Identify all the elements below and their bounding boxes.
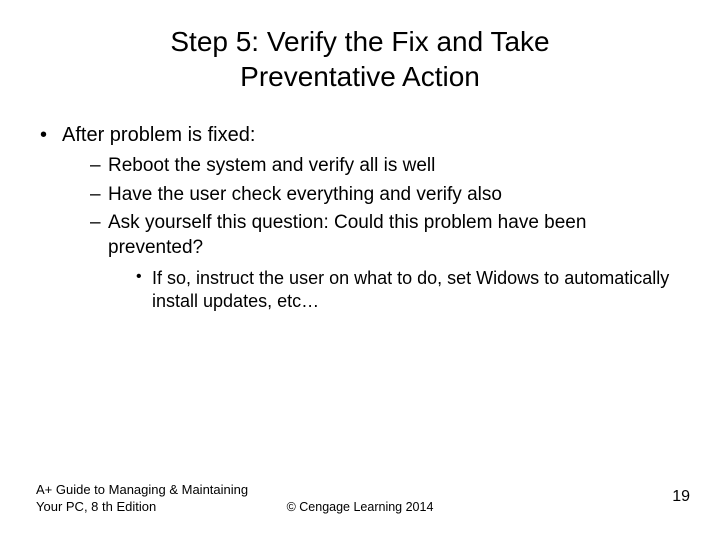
slide-title: Step 5: Verify the Fix and Take Preventa… [0,0,720,104]
bullet-subsub-1-text: If so, instruct the user on what to do, … [152,268,669,311]
title-line-2: Preventative Action [240,61,480,92]
footer-book-title-1: A+ Guide to Managing & Maintaining [36,482,248,497]
footer-page-number: 19 [672,488,690,506]
bullet-list-level2: Reboot the system and verify all is well… [62,154,680,314]
bullet-subsub-1: If so, instruct the user on what to do, … [136,267,680,314]
bullet-sub-1-text: Reboot the system and verify all is well [108,155,435,176]
bullet-sub-2-text: Have the user check everything and verif… [108,184,502,205]
footer-copyright: © Cengage Learning 2014 [287,500,434,514]
bullet-sub-1: Reboot the system and verify all is well [90,154,680,179]
bullet-list-level3: If so, instruct the user on what to do, … [108,267,680,314]
footer-left: A+ Guide to Managing & Maintaining Your … [36,482,248,516]
bullet-list-level1: After problem is fixed: Reboot the syste… [40,122,680,314]
bullet-main-text: After problem is fixed: [62,124,255,146]
bullet-main: After problem is fixed: Reboot the syste… [40,122,680,314]
title-line-1: Step 5: Verify the Fix and Take [170,26,549,57]
bullet-sub-3-text: Ask yourself this question: Could this p… [108,212,586,258]
bullet-sub-2: Have the user check everything and verif… [90,183,680,208]
footer-book-title-2: Your PC, 8 th Edition [36,499,156,514]
slide-body: After problem is fixed: Reboot the syste… [0,104,720,314]
slide: Step 5: Verify the Fix and Take Preventa… [0,0,720,540]
bullet-sub-3: Ask yourself this question: Could this p… [90,211,680,313]
